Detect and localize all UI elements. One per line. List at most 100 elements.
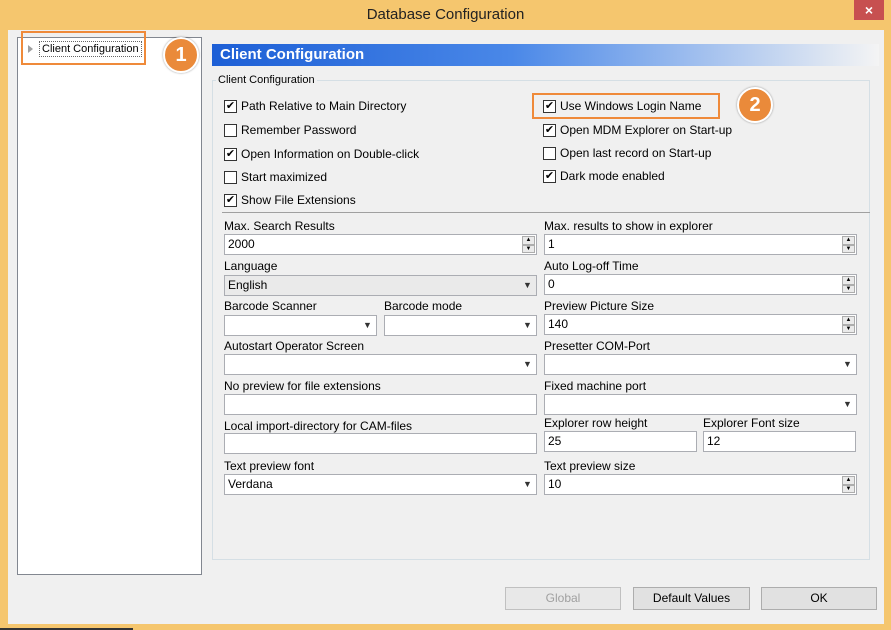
checkbox-label: Show File Extensions bbox=[241, 193, 356, 207]
spin-up-icon[interactable]: ▲ bbox=[842, 276, 855, 285]
ok-button[interactable]: OK bbox=[761, 587, 877, 610]
field-value: 0 bbox=[548, 277, 555, 291]
autostart-operator-label: Autostart Operator Screen bbox=[224, 339, 365, 353]
checkbox-box[interactable] bbox=[224, 123, 237, 137]
preview-picture-size-input[interactable]: 140 ▲ ▼ bbox=[544, 314, 857, 335]
spin-down-icon[interactable]: ▼ bbox=[842, 484, 855, 493]
spin-down-icon[interactable]: ▼ bbox=[842, 284, 855, 293]
checkbox-label: Path Relative to Main Directory bbox=[241, 99, 407, 113]
presetter-com-label: Presetter COM-Port bbox=[544, 339, 651, 353]
checkbox-label: Remember Password bbox=[241, 123, 357, 137]
default-values-button[interactable]: Default Values bbox=[633, 587, 750, 610]
max-search-results-label: Max. Search Results bbox=[224, 219, 335, 233]
spinner[interactable]: ▲ ▼ bbox=[522, 236, 535, 253]
language-select[interactable]: English ▼ bbox=[224, 275, 537, 296]
chevron-down-icon[interactable]: ▼ bbox=[363, 321, 372, 330]
divider bbox=[222, 212, 870, 213]
checkbox-remember-password[interactable]: Remember Password bbox=[224, 122, 356, 138]
close-button[interactable]: × bbox=[854, 0, 884, 20]
language-label: Language bbox=[224, 259, 278, 273]
spin-down-icon[interactable]: ▼ bbox=[842, 324, 855, 333]
settings-tree: Client Configuration bbox=[17, 37, 202, 575]
barcode-mode-select[interactable]: ▼ bbox=[384, 315, 537, 336]
auto-logoff-input[interactable]: 0 ▲ ▼ bbox=[544, 274, 857, 295]
checkbox-box[interactable]: ✔ bbox=[224, 193, 237, 207]
field-value: English bbox=[228, 278, 268, 292]
checkbox-show-file-extensions[interactable]: ✔ Show File Extensions bbox=[224, 192, 356, 208]
field-value: 12 bbox=[707, 434, 721, 448]
max-results-explorer-label: Max. results to show in explorer bbox=[544, 219, 713, 233]
checkbox-path-relative[interactable]: ✔ Path Relative to Main Directory bbox=[224, 98, 406, 114]
spinner[interactable]: ▲ ▼ bbox=[842, 236, 855, 253]
checkbox-label: Start maximized bbox=[241, 170, 328, 184]
text-preview-font-label: Text preview font bbox=[224, 459, 315, 473]
checkbox-open-mdm-explorer[interactable]: ✔ Open MDM Explorer on Start-up bbox=[543, 122, 732, 138]
checkbox-box[interactable]: ✔ bbox=[224, 147, 237, 161]
field-value: 1 bbox=[548, 237, 555, 251]
checkbox-label: Open MDM Explorer on Start-up bbox=[560, 123, 733, 137]
barcode-mode-label: Barcode mode bbox=[384, 299, 463, 313]
global-button[interactable]: Global bbox=[505, 587, 621, 610]
checkbox-label: Open last record on Start-up bbox=[560, 146, 712, 160]
chevron-down-icon[interactable]: ▼ bbox=[523, 321, 532, 330]
auto-logoff-label: Auto Log-off Time bbox=[544, 259, 639, 273]
checkbox-box[interactable]: ✔ bbox=[543, 169, 556, 183]
fixed-machine-port-select[interactable]: ▼ bbox=[544, 394, 857, 415]
chevron-down-icon[interactable]: ▼ bbox=[843, 400, 852, 409]
field-value: 2000 bbox=[228, 237, 255, 251]
spin-up-icon[interactable]: ▲ bbox=[842, 236, 855, 245]
spin-down-icon[interactable]: ▼ bbox=[842, 244, 855, 253]
explorer-font-size-input[interactable]: 12 bbox=[703, 431, 856, 452]
field-value: 10 bbox=[548, 477, 562, 491]
max-search-results-input[interactable]: 2000 ▲ ▼ bbox=[224, 234, 537, 255]
barcode-scanner-label: Barcode Scanner bbox=[224, 299, 317, 313]
checkbox-open-info-double-click[interactable]: ✔ Open Information on Double-click bbox=[224, 146, 419, 162]
autostart-operator-select[interactable]: ▼ bbox=[224, 354, 537, 375]
highlight-box-2 bbox=[532, 93, 720, 119]
max-results-explorer-input[interactable]: 1 ▲ ▼ bbox=[544, 234, 857, 255]
explorer-row-height-label: Explorer row height bbox=[544, 416, 648, 430]
barcode-scanner-select[interactable]: ▼ bbox=[224, 315, 377, 336]
spinner[interactable]: ▲ ▼ bbox=[842, 276, 855, 293]
groupbox-legend: Client Configuration bbox=[216, 74, 317, 86]
text-preview-font-select[interactable]: Verdana ▼ bbox=[224, 474, 537, 495]
checkbox-label: Dark mode enabled bbox=[560, 169, 665, 183]
spin-up-icon[interactable]: ▲ bbox=[842, 316, 855, 325]
step-badge-1: 1 bbox=[163, 37, 199, 73]
spinner[interactable]: ▲ ▼ bbox=[842, 316, 855, 333]
chevron-down-icon[interactable]: ▼ bbox=[523, 281, 532, 290]
chevron-down-icon[interactable]: ▼ bbox=[843, 360, 852, 369]
no-preview-ext-input[interactable] bbox=[224, 394, 537, 415]
explorer-font-size-label: Explorer Font size bbox=[703, 416, 800, 430]
window-bottom-border bbox=[0, 624, 891, 630]
no-preview-ext-label: No preview for file extensions bbox=[224, 379, 381, 393]
checkbox-box[interactable]: ✔ bbox=[543, 123, 556, 137]
preview-picture-size-label: Preview Picture Size bbox=[544, 299, 655, 313]
spin-up-icon[interactable]: ▲ bbox=[522, 236, 535, 245]
spin-down-icon[interactable]: ▼ bbox=[522, 244, 535, 253]
field-value: 140 bbox=[548, 317, 569, 331]
spin-up-icon[interactable]: ▲ bbox=[842, 476, 855, 485]
title-bar: Database Configuration × bbox=[0, 0, 891, 30]
highlight-box-1 bbox=[21, 31, 146, 65]
chevron-down-icon[interactable]: ▼ bbox=[523, 480, 532, 489]
local-import-dir-input[interactable] bbox=[224, 433, 537, 454]
local-import-dir-label: Local import-directory for CAM-files bbox=[224, 419, 413, 433]
checkbox-dark-mode[interactable]: ✔ Dark mode enabled bbox=[543, 168, 665, 184]
presetter-com-select[interactable]: ▼ bbox=[544, 354, 857, 375]
text-preview-size-input[interactable]: 10 ▲ ▼ bbox=[544, 474, 857, 495]
checkbox-box[interactable]: ✔ bbox=[224, 99, 237, 113]
field-value: 25 bbox=[548, 434, 562, 448]
checkbox-start-maximized[interactable]: Start maximized bbox=[224, 169, 327, 185]
explorer-row-height-input[interactable]: 25 bbox=[544, 431, 697, 452]
checkbox-label: Open Information on Double-click bbox=[241, 147, 420, 161]
chevron-down-icon[interactable]: ▼ bbox=[523, 360, 532, 369]
section-header: Client Configuration bbox=[212, 44, 879, 66]
spinner[interactable]: ▲ ▼ bbox=[842, 476, 855, 493]
checkbox-box[interactable] bbox=[543, 146, 556, 160]
field-value: Verdana bbox=[228, 477, 273, 491]
text-preview-size-label: Text preview size bbox=[544, 459, 636, 473]
checkbox-box[interactable] bbox=[224, 170, 237, 184]
step-badge-2: 2 bbox=[737, 87, 773, 123]
checkbox-open-last-record[interactable]: Open last record on Start-up bbox=[543, 145, 711, 161]
